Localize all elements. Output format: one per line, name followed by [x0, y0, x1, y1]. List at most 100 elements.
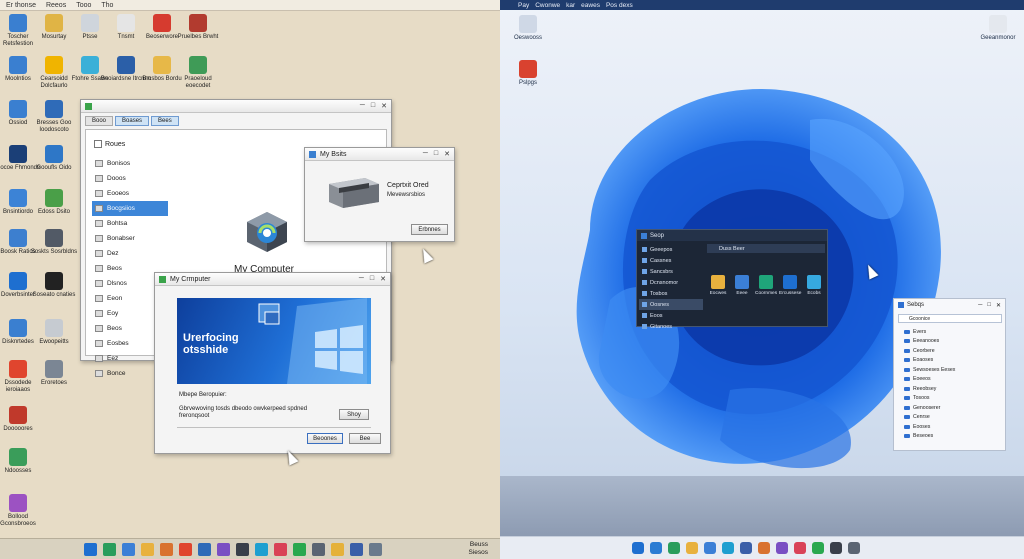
maximize-icon[interactable]: □: [434, 150, 438, 158]
minimize-icon[interactable]: ─: [978, 302, 982, 309]
maximize-icon[interactable]: □: [371, 102, 375, 110]
clock[interactable]: Beuss Siesos: [468, 541, 488, 557]
start-sidebar-item[interactable]: Cassnes: [639, 255, 703, 266]
desktop-icon[interactable]: Gooufls Oido: [28, 145, 80, 172]
start-sidebar-item[interactable]: Dcnsnomor: [639, 277, 703, 288]
start-icon[interactable]: [84, 543, 97, 556]
minimize-icon[interactable]: ─: [359, 275, 364, 283]
tab[interactable]: Bees: [151, 116, 179, 126]
settings-search-input[interactable]: Gcoonice: [898, 314, 1002, 323]
desktop-icon[interactable]: Edoss Dsito: [28, 189, 80, 216]
tree-item[interactable]: Dez: [92, 246, 168, 261]
settings-item[interactable]: Sewsoeses Eesex: [898, 365, 1002, 375]
close-icon[interactable]: ✕: [381, 102, 387, 110]
settings-titlebar[interactable]: Sebqs ─ □ ✕: [894, 299, 1005, 311]
media-icon[interactable]: [179, 543, 192, 556]
ok-button[interactable]: Beoones: [307, 433, 343, 444]
folder-icon[interactable]: [141, 543, 154, 556]
settings-item[interactable]: Eoeeos: [898, 375, 1002, 385]
desktop-icon[interactable]: Oeswooss: [502, 15, 554, 42]
app-icon[interactable]: [848, 542, 860, 554]
mail-icon[interactable]: [704, 542, 716, 554]
photos-icon[interactable]: [758, 542, 770, 554]
files-icon[interactable]: [103, 543, 116, 556]
tree-item[interactable]: Bonabser: [92, 231, 168, 246]
topbar-item[interactable]: Pos dexs: [606, 2, 633, 9]
store-icon[interactable]: [740, 542, 752, 554]
music-icon[interactable]: [274, 543, 287, 556]
close-icon[interactable]: ✕: [444, 150, 450, 158]
desktop-icon[interactable]: Soseato cnaties: [28, 272, 80, 299]
tab-active[interactable]: Boases: [115, 116, 150, 126]
settings-item[interactable]: Eooses: [898, 422, 1002, 432]
settings-item[interactable]: Tosoos: [898, 394, 1002, 404]
desktop-icon[interactable]: Eroretoes: [28, 360, 80, 387]
menu-item[interactable]: Er thonse: [6, 2, 36, 9]
mail-icon[interactable]: [122, 543, 135, 556]
app-icon[interactable]: [331, 543, 344, 556]
start-sidebar-item[interactable]: Gitanoes: [639, 321, 703, 332]
photos-icon[interactable]: [160, 543, 173, 556]
minimize-icon[interactable]: ─: [360, 102, 365, 110]
close-icon[interactable]: ✕: [996, 302, 1001, 309]
dialog-button[interactable]: Erbnnes: [411, 224, 448, 235]
desktop-icon[interactable]: Ndoosses: [0, 448, 44, 475]
app-icon[interactable]: [369, 543, 382, 556]
cancel-button[interactable]: Bee: [349, 433, 381, 444]
start-app[interactable]: Eeee: [731, 275, 753, 296]
edge-icon[interactable]: [255, 543, 268, 556]
tree-item[interactable]: Bohtsa: [92, 216, 168, 231]
tree-item[interactable]: Bocgsiios: [92, 201, 168, 216]
topbar-item[interactable]: eawes: [581, 2, 600, 9]
start-sidebar-item[interactable]: Geeepos: [639, 244, 703, 255]
desktop-icon[interactable]: Dooooores: [0, 406, 44, 433]
settings-item[interactable]: Reeobsey: [898, 384, 1002, 394]
settings-item[interactable]: Ceorbere: [898, 346, 1002, 356]
desktop-icon[interactable]: Ewoopeitts: [28, 319, 80, 346]
settings-icon[interactable]: [217, 543, 230, 556]
start-app[interactable]: Ecobs: [803, 275, 825, 296]
maximize-icon[interactable]: □: [987, 302, 991, 309]
start-app[interactable]: Eocwes: [707, 275, 729, 296]
explorer-titlebar[interactable]: ─ □ ✕: [81, 100, 391, 113]
close-icon[interactable]: ✕: [380, 275, 386, 283]
app-icon[interactable]: [350, 543, 363, 556]
desktop-icon[interactable]: Soskts Sosrbldns: [28, 229, 80, 256]
tree-item[interactable]: Dooos: [92, 171, 168, 186]
start-sidebar-item[interactable]: Oosnes: [639, 299, 703, 310]
start-window-titlebar[interactable]: Seop: [637, 230, 827, 241]
maximize-icon[interactable]: □: [370, 275, 374, 283]
minimize-icon[interactable]: ─: [423, 150, 428, 158]
settings-item[interactable]: Beseoes: [898, 432, 1002, 442]
app-icon[interactable]: [312, 543, 325, 556]
topbar-item[interactable]: kar: [566, 2, 575, 9]
search-icon[interactable]: [650, 542, 662, 554]
tree-item[interactable]: Bonisos: [92, 156, 168, 171]
store-icon[interactable]: [198, 543, 211, 556]
desktop-icon[interactable]: Pruelbes Brwht: [172, 14, 224, 41]
game-icon[interactable]: [293, 543, 306, 556]
settings-item[interactable]: Eoaoses: [898, 356, 1002, 366]
terminal-icon[interactable]: [812, 542, 824, 554]
terminal-icon[interactable]: [236, 543, 249, 556]
side-button[interactable]: Shoy: [339, 409, 369, 420]
desktop-icon[interactable]: Bollood Gconsbroeos: [0, 494, 44, 528]
desktop-icon[interactable]: Pslpgs: [502, 60, 554, 87]
desktop-icon[interactable]: Bresses Goo Ioodoscoto: [28, 100, 80, 134]
menu-item[interactable]: Reeos: [46, 2, 66, 9]
edge-icon[interactable]: [722, 542, 734, 554]
tab[interactable]: Booo: [85, 116, 114, 126]
start-icon[interactable]: [632, 542, 644, 554]
desktop-icon[interactable]: Praoeloud eoecodet: [172, 56, 224, 90]
start-sidebar-item[interactable]: Sancsbrs: [639, 266, 703, 277]
menu-item[interactable]: Tooo: [76, 2, 91, 9]
folder-icon[interactable]: [686, 542, 698, 554]
tree-item[interactable]: Eooeos: [92, 186, 168, 201]
topbar-item[interactable]: Cwonwe: [535, 2, 560, 9]
dialog-titlebar[interactable]: My Bsits ─ □ ✕: [305, 148, 454, 161]
menu-item[interactable]: Tho: [101, 2, 113, 9]
topbar-item[interactable]: Pay: [518, 2, 529, 9]
start-sidebar-item[interactable]: Tosbos: [639, 288, 703, 299]
settings-item[interactable]: Evers: [898, 327, 1002, 337]
files-icon[interactable]: [668, 542, 680, 554]
